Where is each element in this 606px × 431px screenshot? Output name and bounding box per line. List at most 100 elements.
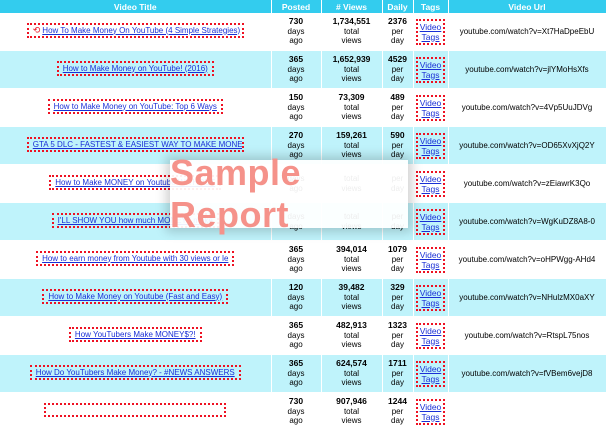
views-value: 39,482 (338, 282, 365, 293)
video-tags-link[interactable]: Video Tags (415, 18, 446, 45)
tags-cell: Video Tags (413, 164, 449, 203)
tags-cell: Video Tags (413, 50, 449, 89)
video-title-link[interactable]: How To Make Money On YouTube (4 Simple S… (42, 26, 240, 35)
daily-unit-day: day (391, 112, 404, 122)
video-title-cell: How to Make Money on Youtube (Fast and E… (0, 278, 272, 317)
tags-label-line2: Tags (421, 221, 440, 232)
video-tags-link[interactable]: Video Tags (415, 398, 446, 425)
daily-cell: 1323 per day (382, 316, 414, 355)
header-daily[interactable]: Daily (382, 0, 414, 13)
tags-cell: Video Tags (413, 316, 449, 355)
video-title-box: How YouTubers Make MONEY$?! (68, 326, 202, 342)
posted-cell: 150 days ago (271, 88, 322, 127)
tags-cell: Video Tags (413, 278, 449, 317)
daily-unit-per: per (391, 254, 404, 264)
video-tags-link[interactable]: Video Tags (415, 208, 446, 235)
video-tags-link[interactable]: Video Tags (415, 284, 446, 311)
views-value: 73,309 (338, 92, 365, 103)
tags-label-line2: Tags (421, 69, 440, 80)
video-tags-link[interactable]: Video Tags (415, 246, 446, 273)
video-tags-link[interactable]: Video Tags (415, 360, 446, 387)
posted-unit-ago: ago (289, 378, 303, 388)
views-unit-total: total (343, 64, 360, 74)
video-title-cell: How to Make Money on YouTube! (2016) (0, 50, 272, 89)
tags-label-line2: Tags (421, 373, 440, 384)
views-cell: 907,946 total views (321, 392, 383, 431)
video-title-link[interactable]: How Do YouTubers Make Money? - #NEWS ANS… (36, 368, 235, 377)
video-url[interactable]: youtube.com/watch?v=WgKuDZ8A8-0 (459, 217, 595, 226)
header-tags[interactable]: Tags (413, 0, 449, 13)
video-title-cell: How to earn money from Youtube with 30 v… (0, 240, 272, 279)
views-unit-views: views (341, 302, 362, 312)
video-tags-link[interactable]: Video Tags (415, 132, 446, 159)
video-title-link[interactable]: How to Make Money on YouTube: Top 6 Ways (54, 102, 217, 111)
daily-unit-per: per (391, 368, 404, 378)
header-views[interactable]: # Views (321, 0, 383, 13)
tags-label-line1: Video (419, 363, 442, 374)
daily-cell: 1244 per day (382, 392, 414, 431)
video-title-link[interactable]: How YouTubers Make MONEY$?! (75, 330, 196, 339)
video-url[interactable]: youtube.com/watch?v=oHPWgg-AHd4 (459, 255, 596, 264)
video-title-link[interactable]: How to Make Money on Youtube (Fast and E… (48, 292, 222, 301)
video-url-cell: youtube.com/watch?v=Xt7HaDpeEbU (448, 13, 606, 51)
video-title-link[interactable]: How to Make Money on YouTube! (2016) (63, 64, 208, 73)
table-header-row: Video Title Posted # Views Daily Tags Vi… (0, 0, 606, 13)
views-value: 624,574 (336, 358, 367, 369)
posted-unit-days: days (287, 140, 305, 150)
video-url[interactable]: youtube.com/watch?v=4Vp5UuJDVg (462, 103, 593, 112)
views-unit-views: views (341, 264, 362, 274)
tags-label-line1: Video (419, 97, 442, 108)
posted-unit-days: days (287, 102, 305, 112)
video-url-cell: youtube.com/watch?v=4Vp5UuJDVg (448, 88, 606, 127)
posted-value: 365 (288, 320, 304, 331)
views-cell: 73,309 total views (321, 88, 383, 127)
video-url[interactable]: youtube.com/watch?v=Xt7HaDpeEbU (460, 27, 595, 36)
views-unit-views: views (341, 378, 362, 388)
views-cell: 624,574 total views (321, 354, 383, 393)
video-url[interactable]: youtube.com/watch?v=jlYMoHsXfs (465, 65, 588, 74)
video-url-cell: youtube.com/watch?v=jlYMoHsXfs (448, 50, 606, 89)
daily-cell: 4529 per day (382, 50, 414, 89)
views-value: 482,913 (336, 320, 367, 331)
daily-unit-day: day (391, 36, 404, 46)
posted-cell: 365 days ago (271, 240, 322, 279)
video-title-cell: How Do YouTubers Make Money? - #NEWS ANS… (0, 354, 272, 393)
posted-cell: 730 days ago (271, 392, 322, 431)
posted-unit-days: days (287, 64, 305, 74)
tags-label-line1: Video (419, 287, 442, 298)
video-tags-link[interactable]: Video Tags (415, 170, 446, 197)
header-posted[interactable]: Posted (271, 0, 322, 13)
table-row: How Do YouTubers Make Money? - #NEWS ANS… (0, 354, 606, 393)
video-title-box: ⟲ How To Make Money On YouTube (4 Simple … (26, 22, 244, 38)
posted-unit-ago: ago (289, 302, 303, 312)
video-tags-link[interactable]: Video Tags (415, 94, 446, 121)
video-title-link[interactable]: How to earn money from Youtube with 30 v… (42, 254, 228, 263)
posted-value: 365 (288, 244, 304, 255)
tags-cell: Video Tags (413, 88, 449, 127)
header-video-url[interactable]: Video Url (448, 0, 606, 13)
views-unit-total: total (343, 140, 360, 150)
video-tags-link[interactable]: Video Tags (415, 56, 446, 83)
views-cell: 482,913 total views (321, 316, 383, 355)
video-url[interactable]: youtube.com/watch?v=fVBem6vejD8 (462, 369, 593, 378)
video-url[interactable]: youtube.com/watch?v=NHulzMX0aXY (459, 293, 594, 302)
views-value: 159,261 (336, 130, 367, 141)
video-title-link[interactable]: GTA 5 DLC - FASTEST & EASIEST WAY TO MAK… (33, 140, 242, 149)
refresh-icon: ⟲ (32, 24, 41, 35)
posted-unit-days: days (287, 330, 305, 340)
views-value: 907,946 (336, 396, 367, 407)
video-tags-link[interactable]: Video Tags (415, 322, 446, 349)
tags-label-line2: Tags (421, 183, 440, 194)
daily-unit-day: day (391, 74, 404, 84)
daily-unit-per: per (391, 330, 404, 340)
table-row: ⟲ How To Make Money On YouTube (4 Simple … (0, 13, 606, 51)
video-url[interactable]: youtube.com/watch?v=zEiawrK3Qo (464, 179, 591, 188)
video-url[interactable]: youtube.com/watch?v=OD65XvXjQ2Y (459, 141, 594, 150)
header-video-title[interactable]: Video Title (0, 0, 272, 13)
daily-unit-per: per (391, 26, 404, 36)
views-value: 1,652,939 (332, 54, 371, 65)
daily-value: 1323 (388, 320, 407, 331)
video-url[interactable]: youtube.com/watch?v=RtspL75nos (465, 331, 590, 340)
tags-label-line1: Video (419, 21, 442, 32)
tags-label-line2: Tags (421, 145, 440, 156)
